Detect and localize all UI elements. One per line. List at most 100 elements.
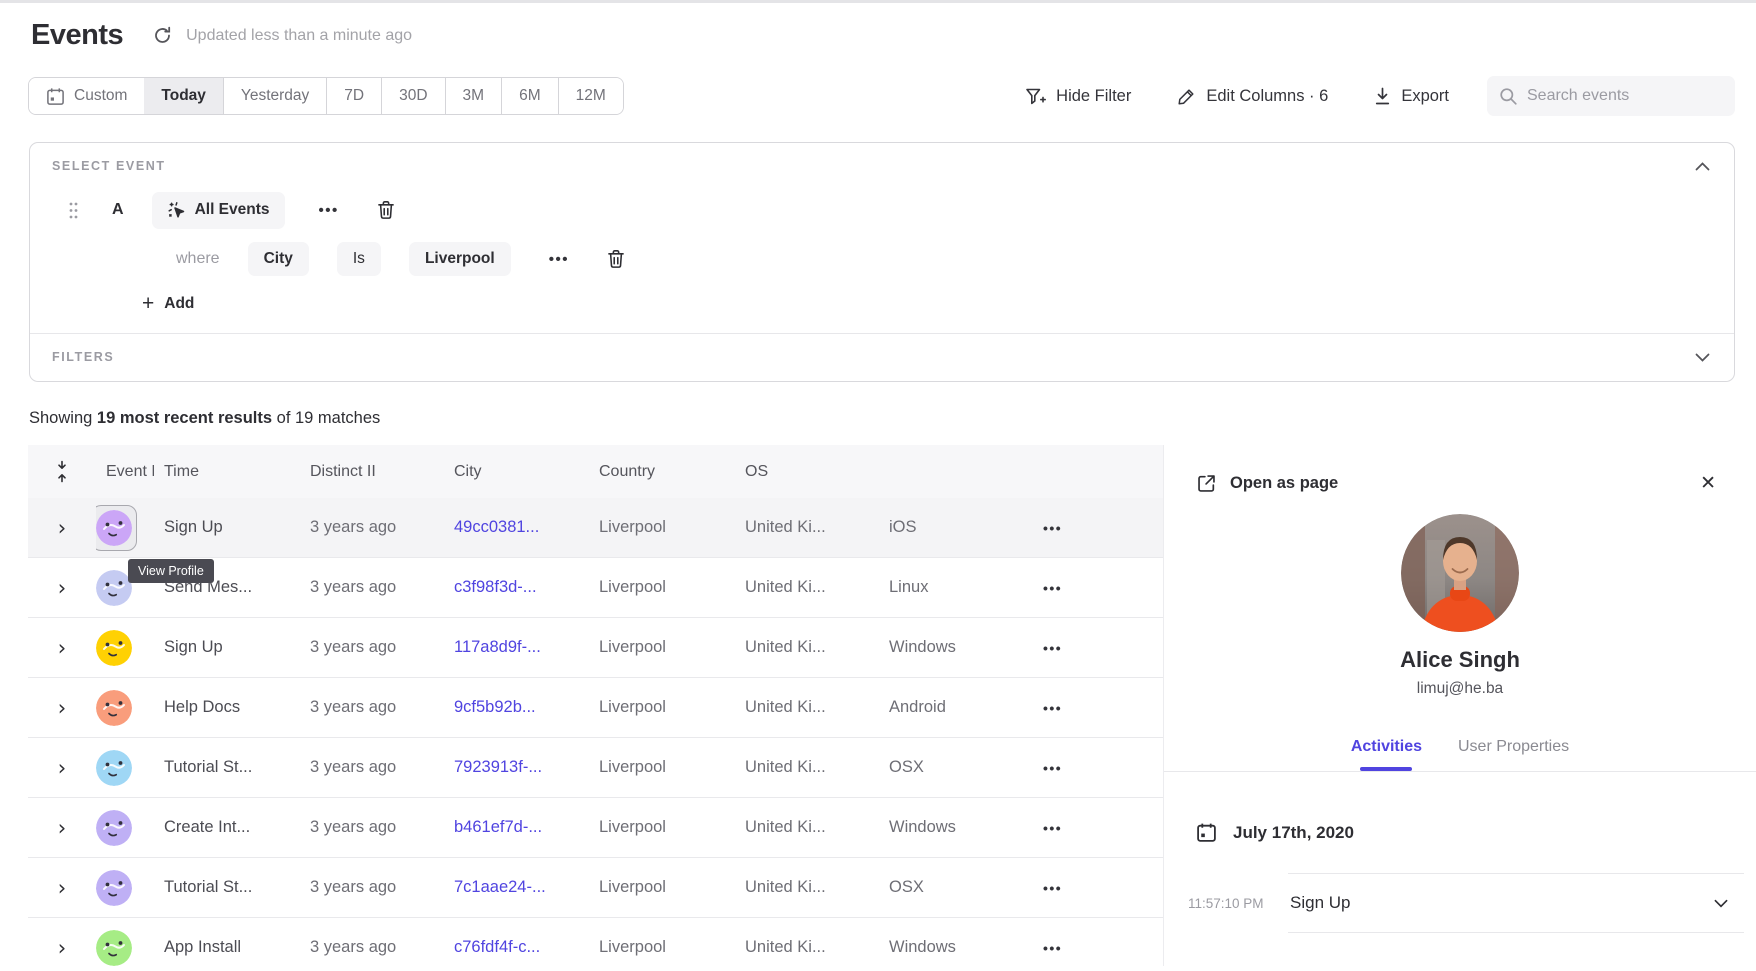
column-header-distinct-ii[interactable]: Distinct II bbox=[300, 463, 444, 481]
cell-os: Windows bbox=[879, 938, 1019, 957]
column-header-city[interactable]: City bbox=[444, 463, 589, 481]
column-header-time[interactable]: Time bbox=[154, 463, 300, 481]
user-avatar[interactable] bbox=[96, 505, 137, 551]
cell-time: 3 years ago bbox=[300, 578, 444, 597]
export-label: Export bbox=[1401, 87, 1449, 106]
user-avatar[interactable] bbox=[96, 570, 132, 606]
expand-row-chevron[interactable] bbox=[58, 818, 66, 838]
cell-country: United Ki... bbox=[735, 758, 879, 777]
expand-row-chevron[interactable] bbox=[58, 878, 66, 898]
operator-pill[interactable]: Is bbox=[337, 242, 381, 276]
user-avatar[interactable] bbox=[96, 810, 132, 846]
property-pill[interactable]: City bbox=[248, 242, 309, 276]
cell-distinct-id[interactable]: 9cf5b92b... bbox=[444, 698, 589, 717]
open-as-page-button[interactable]: Open as page bbox=[1196, 473, 1338, 494]
events-table: Event NarTimeDistinct IICityCountryOS Si… bbox=[28, 445, 1163, 966]
user-avatar[interactable] bbox=[96, 630, 132, 666]
cell-distinct-id[interactable]: c3f98f3d-... bbox=[444, 578, 589, 597]
event-selector[interactable]: All Events bbox=[152, 192, 285, 229]
range-yesterday[interactable]: Yesterday bbox=[223, 78, 326, 114]
drag-handle-icon[interactable] bbox=[69, 202, 78, 219]
hide-filter-button[interactable]: Hide Filter bbox=[1025, 87, 1131, 106]
cell-distinct-id[interactable]: c76fdf4f-c... bbox=[444, 938, 589, 957]
column-header-country[interactable]: Country bbox=[589, 463, 735, 481]
expand-row-chevron[interactable] bbox=[58, 518, 66, 538]
cell-event-name: Create Int... bbox=[154, 818, 300, 837]
table-row: Help Docs3 years ago9cf5b92b...Liverpool… bbox=[28, 678, 1163, 738]
profile-panel: Open as page ✕ bbox=[1163, 445, 1756, 966]
where-more-menu[interactable]: ••• bbox=[549, 251, 569, 268]
range-12m[interactable]: 12M bbox=[558, 78, 623, 114]
close-panel-button[interactable]: ✕ bbox=[1700, 472, 1716, 495]
expand-row-chevron[interactable] bbox=[58, 578, 66, 598]
user-avatar[interactable] bbox=[96, 750, 132, 786]
range-30d[interactable]: 30D bbox=[381, 78, 444, 114]
expand-row-chevron[interactable] bbox=[58, 638, 66, 658]
range-7d[interactable]: 7D bbox=[326, 78, 381, 114]
expand-filters-button[interactable] bbox=[1695, 353, 1710, 362]
cell-country: United Ki... bbox=[735, 938, 879, 957]
cell-distinct-id[interactable]: 7923913f-... bbox=[444, 758, 589, 777]
profile-photo[interactable] bbox=[1401, 514, 1519, 632]
add-event-button[interactable]: + Add bbox=[142, 295, 194, 313]
user-avatar[interactable] bbox=[96, 690, 132, 726]
event-name-label: All Events bbox=[195, 201, 270, 219]
cell-os: OSX bbox=[879, 758, 1019, 777]
expand-row-chevron[interactable] bbox=[58, 758, 66, 778]
trash-icon bbox=[607, 249, 625, 269]
column-header-os[interactable]: OS bbox=[735, 463, 879, 481]
range-6m[interactable]: 6M bbox=[501, 78, 558, 114]
row-more-menu[interactable] bbox=[1019, 820, 1163, 836]
cell-distinct-id[interactable]: b461ef7d-... bbox=[444, 818, 589, 837]
cell-country: United Ki... bbox=[735, 638, 879, 657]
cell-city: Liverpool bbox=[589, 578, 735, 597]
row-more-menu[interactable] bbox=[1019, 520, 1163, 536]
search-input[interactable] bbox=[1527, 87, 1723, 105]
cell-city: Liverpool bbox=[589, 818, 735, 837]
tab-user-properties[interactable]: User Properties bbox=[1458, 738, 1569, 771]
cell-distinct-id[interactable]: 49cc0381... bbox=[444, 518, 589, 537]
profile-name: Alice Singh bbox=[1164, 647, 1756, 673]
delete-event-button[interactable] bbox=[377, 200, 395, 220]
collapse-rows-icon[interactable] bbox=[28, 460, 96, 483]
column-header-event-nar[interactable]: Event Nar bbox=[96, 463, 154, 481]
row-more-menu[interactable] bbox=[1019, 580, 1163, 596]
expand-row-chevron[interactable] bbox=[58, 698, 66, 718]
tab-label: User Properties bbox=[1458, 738, 1569, 755]
activity-date-label: July 17th, 2020 bbox=[1233, 823, 1354, 843]
activity-date-header: July 17th, 2020 bbox=[1164, 772, 1756, 843]
calendar-icon bbox=[1196, 822, 1217, 843]
refresh-button[interactable] bbox=[153, 26, 172, 45]
event-row: A All Events ••• bbox=[30, 191, 1734, 229]
export-button[interactable]: Export bbox=[1374, 87, 1449, 106]
cell-time: 3 years ago bbox=[300, 758, 444, 777]
row-more-menu[interactable] bbox=[1019, 700, 1163, 716]
cell-distinct-id[interactable]: 7c1aae24-... bbox=[444, 878, 589, 897]
collapse-section-button[interactable] bbox=[1695, 162, 1710, 171]
user-avatar[interactable] bbox=[96, 870, 132, 906]
edit-columns-button[interactable]: Edit Columns · 6 bbox=[1177, 87, 1328, 106]
cell-distinct-id[interactable]: 117a8d9f-... bbox=[444, 638, 589, 657]
activity-event-row[interactable]: Sign Up bbox=[1288, 873, 1744, 933]
activity-event-name: Sign Up bbox=[1290, 893, 1350, 913]
range-today[interactable]: Today bbox=[144, 78, 223, 114]
row-more-menu[interactable] bbox=[1019, 880, 1163, 896]
value-pill[interactable]: Liverpool bbox=[409, 242, 511, 276]
cell-event-name: Tutorial St... bbox=[154, 758, 300, 777]
cell-event-name: Tutorial St... bbox=[154, 878, 300, 897]
cell-os: Linux bbox=[879, 578, 1019, 597]
calendar-icon bbox=[46, 87, 65, 106]
delete-where-button[interactable] bbox=[607, 249, 625, 269]
row-more-menu[interactable] bbox=[1019, 940, 1163, 956]
cell-event-name: Help Docs bbox=[154, 698, 300, 717]
range-3m[interactable]: 3M bbox=[445, 78, 502, 114]
trash-icon bbox=[377, 200, 395, 220]
tab-activities[interactable]: Activities bbox=[1351, 738, 1422, 771]
filter-plus-icon bbox=[1025, 87, 1046, 106]
range-custom[interactable]: Custom bbox=[29, 78, 144, 114]
row-more-menu[interactable] bbox=[1019, 640, 1163, 656]
event-more-menu[interactable]: ••• bbox=[319, 202, 339, 219]
row-more-menu[interactable] bbox=[1019, 760, 1163, 776]
user-avatar[interactable] bbox=[96, 930, 132, 966]
expand-row-chevron[interactable] bbox=[58, 938, 66, 958]
